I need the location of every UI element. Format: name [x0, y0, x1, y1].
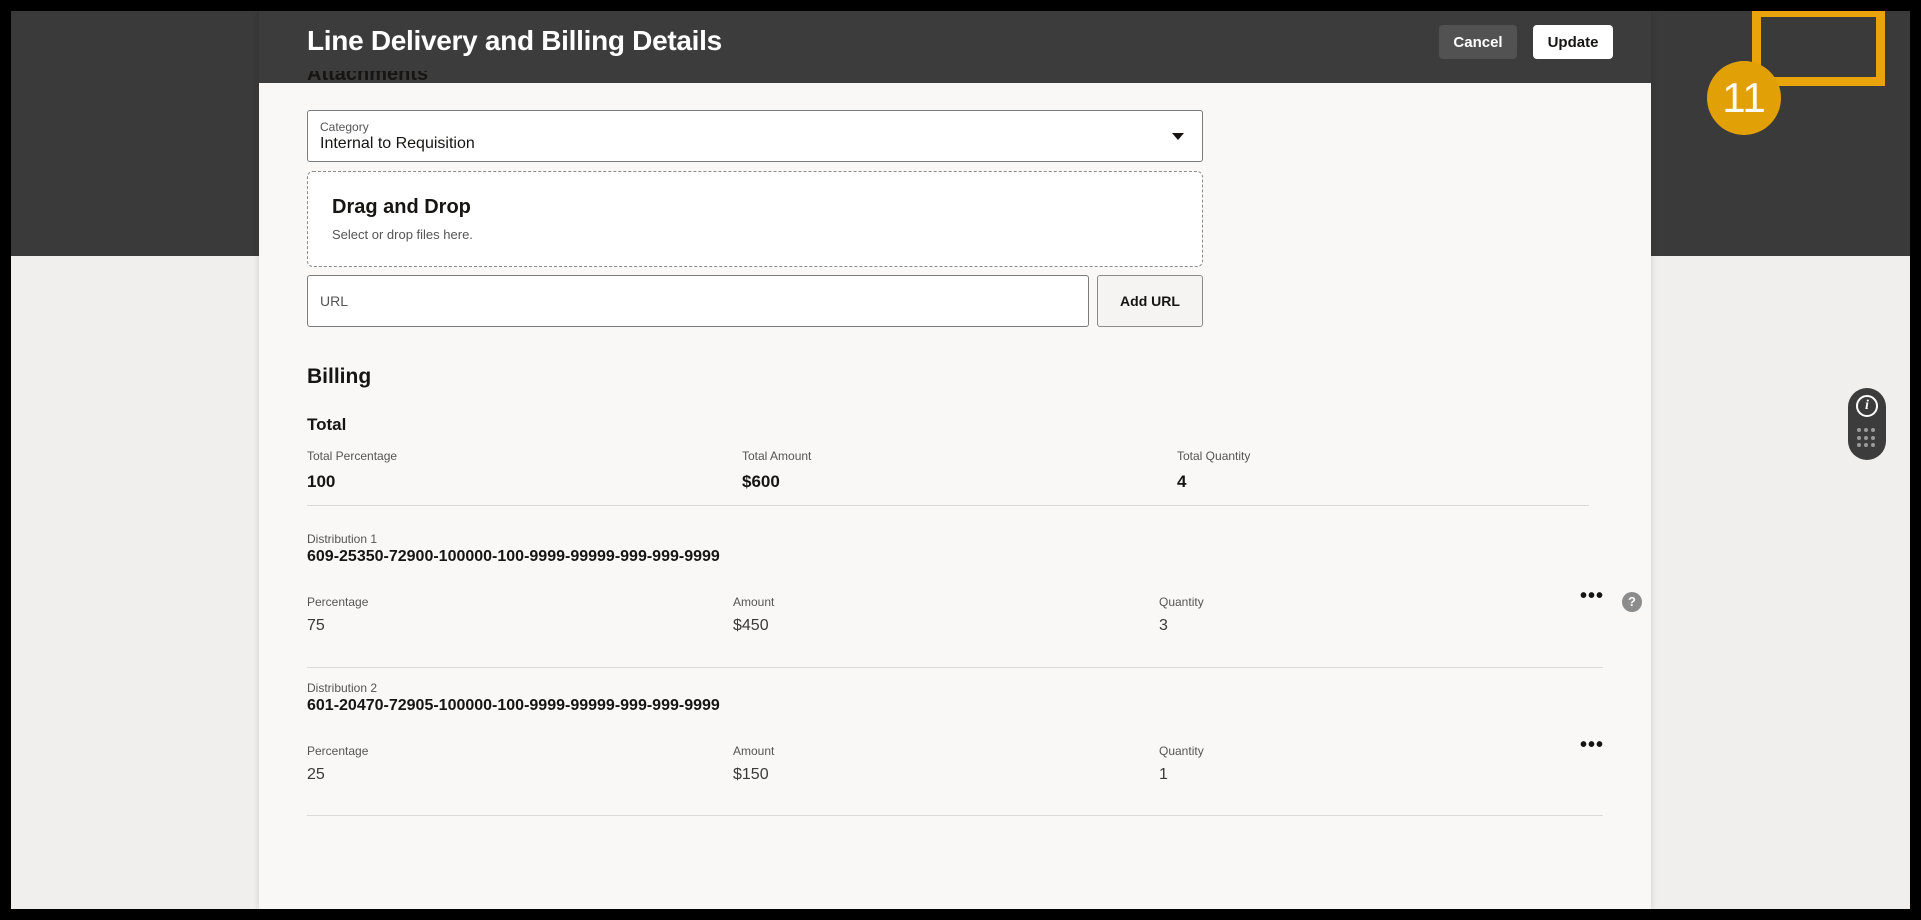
quantity-label: Quantity — [1159, 595, 1204, 609]
total-percentage-value: 100 — [307, 472, 336, 491]
amount-label: Amount — [733, 744, 775, 758]
more-actions-icon[interactable]: ••• — [1578, 586, 1606, 610]
total-amount-label: Total Amount — [742, 449, 812, 463]
page-title: Line Delivery and Billing Details — [307, 25, 722, 56]
help-widget[interactable]: i — [1848, 388, 1886, 460]
step-badge: 11 — [1707, 61, 1781, 135]
divider — [307, 505, 1589, 506]
add-url-button[interactable]: Add URL — [1097, 275, 1203, 327]
quantity-value: 3 — [1159, 617, 1168, 634]
category-label: Category — [320, 120, 369, 134]
percentage-value: 75 — [307, 617, 325, 634]
total-quantity-value: 4 — [1177, 472, 1187, 491]
file-dropzone[interactable]: Drag and Drop Select or drop files here. — [307, 171, 1203, 267]
percentage-label: Percentage — [307, 595, 369, 609]
percentage-value: 25 — [307, 766, 325, 783]
info-icon[interactable]: i — [1856, 395, 1878, 417]
divider — [307, 815, 1603, 816]
quantity-value: 1 — [1159, 766, 1168, 783]
billing-heading: Billing — [307, 365, 372, 388]
details-drawer: Line Delivery and Billing Details Cancel… — [259, 11, 1885, 909]
percentage-label: Percentage — [307, 744, 369, 758]
distribution-label: Distribution 2 — [307, 681, 378, 695]
total-heading: Total — [307, 415, 347, 434]
total-percentage-label: Total Percentage — [307, 449, 398, 463]
more-actions-icon[interactable]: ••• — [1578, 735, 1606, 759]
help-icon[interactable]: ? — [1622, 592, 1642, 612]
app-frame: Line Delivery and Billing Details Cancel… — [11, 11, 1910, 909]
chevron-down-icon — [1172, 133, 1184, 140]
distribution-account: 601-20470-72905-100000-100-9999-99999-99… — [307, 697, 720, 714]
amount-value: $150 — [733, 766, 769, 783]
category-value: Internal to Requisition — [320, 135, 475, 152]
update-button[interactable]: Update — [1533, 25, 1613, 59]
total-quantity-label: Total Quantity — [1177, 449, 1251, 463]
cancel-button[interactable]: Cancel — [1439, 25, 1517, 59]
amount-value: $450 — [733, 617, 769, 634]
amount-label: Amount — [733, 595, 775, 609]
distribution-label: Distribution 1 — [307, 532, 378, 546]
drawer-header: Line Delivery and Billing Details Cancel… — [259, 11, 1651, 83]
category-select[interactable]: Category Internal to Requisition — [307, 110, 1203, 162]
attachments-heading: Attachments — [307, 71, 429, 85]
distribution-account: 609-25350-72900-100000-100-9999-99999-99… — [307, 548, 720, 565]
divider — [307, 667, 1603, 668]
quantity-label: Quantity — [1159, 744, 1204, 758]
total-amount-value: $600 — [742, 472, 780, 491]
url-input[interactable] — [307, 275, 1089, 327]
dropzone-subtitle: Select or drop files here. — [332, 227, 473, 242]
dropzone-title: Drag and Drop — [332, 196, 471, 218]
apps-grid-icon[interactable] — [1857, 428, 1877, 448]
